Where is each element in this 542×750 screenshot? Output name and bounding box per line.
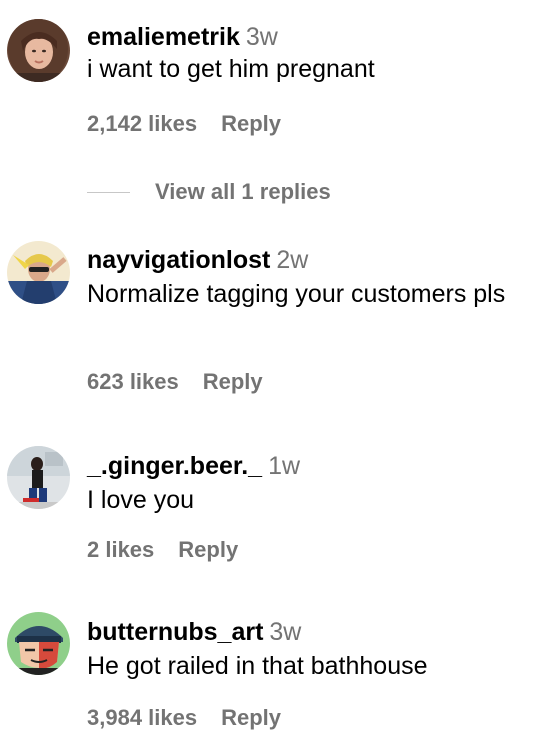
comment-text: i want to get him pregnant [87, 55, 375, 83]
comment-timestamp: 1w [268, 452, 301, 480]
reply-button[interactable]: Reply [221, 111, 281, 136]
comment-username[interactable]: butternubs_art [87, 618, 263, 646]
comment-header: emaliemetrik 3w [87, 22, 534, 52]
avatar-butternubs-art-image [7, 612, 70, 675]
avatar[interactable] [7, 612, 70, 675]
comment-username[interactable]: nayvigationlost [87, 246, 270, 274]
avatar[interactable] [7, 19, 70, 82]
comment-actions: 2,142 likes Reply [87, 111, 281, 137]
comment-text: Normalize tagging your customers pls [87, 280, 506, 308]
reply-button[interactable]: Reply [178, 537, 238, 562]
comment-text: I love you [87, 486, 195, 514]
avatar-emaliemetrik-image [7, 19, 70, 82]
avatar[interactable] [7, 446, 70, 509]
avatar-nayvigationlost-image [7, 241, 70, 304]
view-replies-row: View all 1 replies [87, 178, 331, 206]
comment-actions: 623 likes Reply [87, 369, 263, 395]
reply-button[interactable]: Reply [203, 369, 263, 394]
comment-timestamp: 2w [276, 246, 309, 274]
likes-count[interactable]: 2,142 likes [87, 111, 197, 136]
comment-actions: 2 likes Reply [87, 537, 238, 563]
reply-button[interactable]: Reply [221, 705, 281, 730]
view-replies-button[interactable]: View all 1 replies [155, 179, 331, 205]
likes-count[interactable]: 2 likes [87, 537, 154, 562]
comment-header: nayvigationlost 2w [87, 245, 534, 275]
comment-timestamp: 3w [245, 23, 278, 51]
likes-count[interactable]: 623 likes [87, 369, 179, 394]
comment-header: _.ginger.beer._ 1w [87, 451, 534, 481]
comment-username[interactable]: _.ginger.beer._ [87, 452, 262, 480]
likes-count[interactable]: 3,984 likes [87, 705, 197, 730]
comment-timestamp: 3w [269, 618, 302, 646]
avatar[interactable] [7, 241, 70, 304]
comment-username[interactable]: emaliemetrik [87, 23, 240, 51]
comment-text: He got railed in that bathhouse [87, 652, 428, 680]
comment-actions: 3,984 likes Reply [87, 705, 281, 731]
comment-header: butternubs_art 3w [87, 617, 534, 647]
replies-divider-line [87, 191, 130, 193]
avatar-ginger-beer-image [7, 446, 70, 509]
